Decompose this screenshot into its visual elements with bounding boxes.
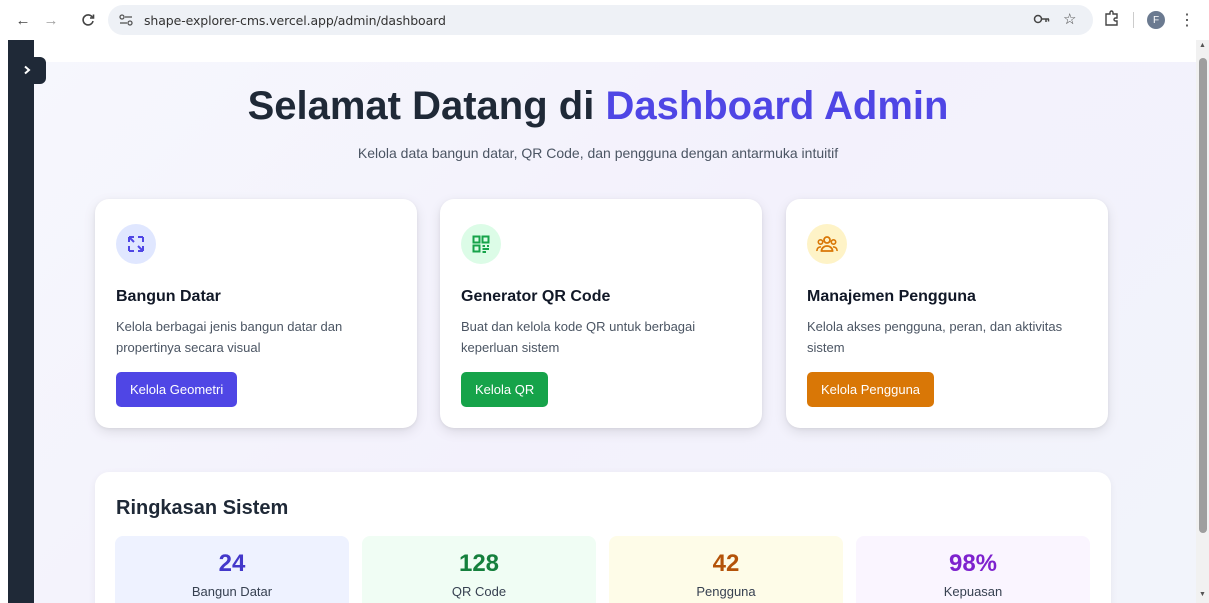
stat-value: 128 bbox=[458, 550, 500, 577]
card-description: Kelola berbagai jenis bangun datar dan p… bbox=[116, 319, 343, 355]
stat-value: 24 bbox=[218, 550, 246, 577]
reload-icon[interactable] bbox=[77, 9, 99, 31]
page-title: Selamat Datang di Dashboard Admin bbox=[0, 84, 1196, 129]
profile-avatar[interactable]: F bbox=[1147, 11, 1165, 29]
stat-value: 98% bbox=[948, 550, 998, 577]
title-accent: Dashboard Admin bbox=[605, 84, 949, 128]
toolbar-divider bbox=[1133, 12, 1134, 28]
card-title: Bangun Datar bbox=[116, 288, 221, 305]
site-info-icon[interactable] bbox=[118, 12, 134, 28]
card-title: Generator QR Code bbox=[461, 288, 611, 305]
chevron-right-icon bbox=[22, 63, 32, 78]
title-prefix: Selamat Datang di bbox=[247, 84, 606, 128]
scrollbar-thumb[interactable] bbox=[1199, 58, 1207, 533]
card-manajemen-pengguna: Manajemen Pengguna Kelola akses pengguna… bbox=[786, 199, 1108, 428]
users-icon bbox=[807, 224, 847, 264]
kelola-geometri-button[interactable]: Kelola Geometri bbox=[116, 372, 238, 407]
stat-label: Kepuasan bbox=[943, 584, 1003, 599]
card-description: Kelola akses pengguna, peran, dan aktivi… bbox=[807, 319, 1063, 355]
forward-arrow-icon[interactable]: → bbox=[40, 9, 62, 31]
stat-kepuasan: 98% Kepuasan bbox=[856, 536, 1090, 603]
address-bar[interactable]: shape-explorer-cms.vercel.app/admin/dash… bbox=[108, 5, 1093, 35]
bookmark-star-icon[interactable]: ☆ bbox=[1063, 10, 1081, 28]
scroll-up-arrow-icon[interactable]: ▲ bbox=[1199, 42, 1206, 49]
stat-qr-code: 128 QR Code bbox=[362, 536, 596, 603]
page-subtitle: Kelola data bangun datar, QR Code, dan p… bbox=[357, 145, 839, 161]
scroll-down-arrow-icon[interactable]: ▼ bbox=[1199, 591, 1206, 598]
shapes-icon bbox=[116, 224, 156, 264]
summary-title: Ringkasan Sistem bbox=[116, 497, 289, 519]
kelola-qr-button[interactable]: Kelola QR bbox=[461, 372, 549, 407]
stat-label: Pengguna bbox=[696, 584, 756, 599]
summary-panel: Ringkasan Sistem 24 Bangun Datar 128 QR … bbox=[95, 472, 1111, 603]
extensions-puzzle-icon[interactable] bbox=[1103, 9, 1123, 29]
browser-toolbar: ← → shape-explorer-cms.vercel.app/admin/… bbox=[0, 0, 1209, 40]
card-qr-code: Generator QR Code Buat dan kelola kode Q… bbox=[440, 199, 762, 428]
stat-bangun-datar: 24 Bangun Datar bbox=[115, 536, 349, 603]
url-text[interactable]: shape-explorer-cms.vercel.app/admin/dash… bbox=[144, 13, 446, 28]
password-key-icon[interactable] bbox=[1033, 12, 1051, 28]
page-viewport: Selamat Datang di Dashboard Admin Kelola… bbox=[0, 40, 1209, 603]
stat-label: Bangun Datar bbox=[191, 584, 273, 599]
kelola-pengguna-button[interactable]: Kelola Pengguna bbox=[807, 372, 935, 407]
card-title: Manajemen Pengguna bbox=[807, 288, 976, 305]
stat-label: QR Code bbox=[451, 584, 507, 599]
card-bangun-datar: Bangun Datar Kelola berbagai jenis bangu… bbox=[95, 199, 417, 428]
browser-menu-icon[interactable]: ⋮ bbox=[1179, 10, 1195, 30]
qr-code-icon bbox=[461, 224, 501, 264]
card-description: Buat dan kelola kode QR untuk berbagai k… bbox=[461, 319, 696, 355]
stat-pengguna: 42 Pengguna bbox=[609, 536, 843, 603]
back-arrow-icon[interactable]: ← bbox=[12, 9, 34, 31]
sidebar-toggle-button[interactable] bbox=[8, 57, 46, 84]
stat-value: 42 bbox=[712, 550, 740, 577]
